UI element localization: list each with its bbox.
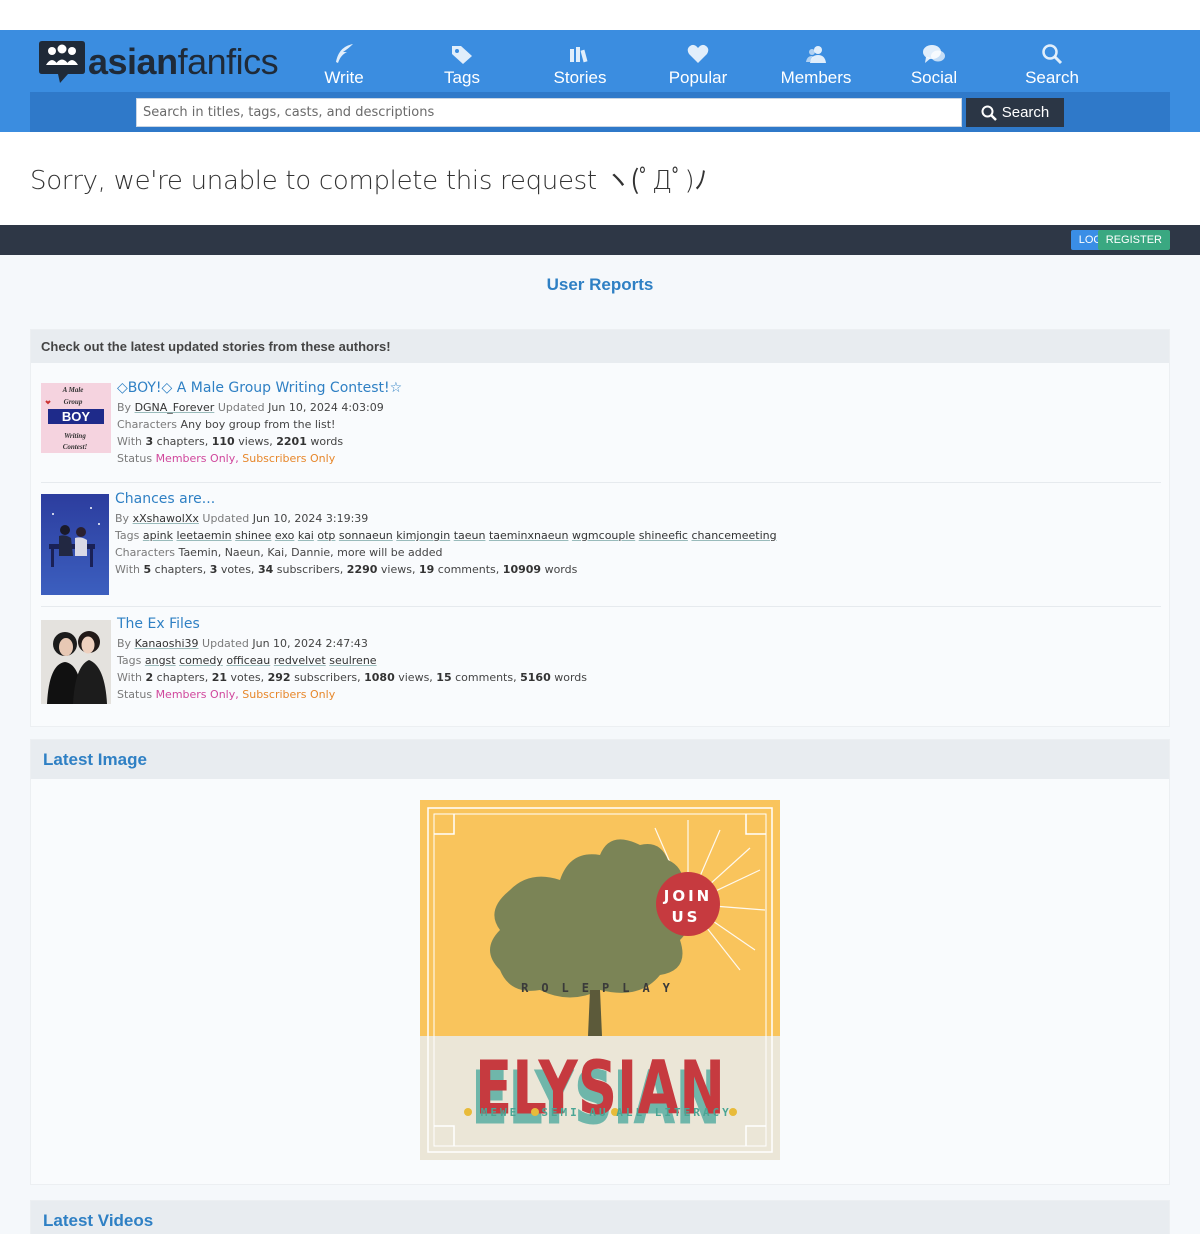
- latest-videos-heading: Latest Videos: [31, 1201, 1169, 1234]
- search-icon: [981, 105, 997, 121]
- poster-text: MEWE: [481, 1106, 520, 1119]
- user-reports-link[interactable]: User Reports: [0, 275, 1200, 295]
- nav-stories[interactable]: Stories: [521, 36, 639, 88]
- quill-icon: [333, 42, 355, 66]
- search-button[interactable]: Search: [966, 98, 1064, 127]
- search-bar: Search: [30, 92, 1170, 132]
- main-content: User Reports Check out the latest update…: [0, 255, 1200, 1234]
- tag-link[interactable]: angst: [145, 654, 176, 667]
- tag-link[interactable]: exo: [275, 529, 294, 542]
- story-byline: By DGNA_Forever Updated Jun 10, 2024 4:0…: [117, 401, 384, 414]
- story-byline: By Kanaoshi39 Updated Jun 10, 2024 2:47:…: [117, 637, 368, 650]
- tag-link[interactable]: kai: [298, 529, 314, 542]
- story-status: Status Members Only, Subscribers Only: [117, 688, 336, 701]
- story-stats: With 3 chapters, 110 views, 2201 words: [117, 435, 344, 448]
- story-info: ◇BOY!◇ A Male Group Writing Contest!☆ By…: [117, 378, 402, 467]
- thumb-text: Writing: [64, 432, 86, 440]
- story-info: The Ex Files By Kanaoshi39 Updated Jun 1…: [117, 614, 587, 703]
- subscribers-only-badge: Subscribers Only: [242, 688, 336, 701]
- author-link[interactable]: Kanaoshi39: [135, 637, 199, 650]
- latest-image[interactable]: JOIN US ROLEPLAY ELYSIAN ELYSIAN MEWE SE…: [420, 800, 780, 1160]
- users-icon: [805, 42, 827, 66]
- latest-image-heading: Latest Image: [31, 740, 1169, 779]
- latest-stories-panel: Check out the latest updated stories fro…: [30, 329, 1170, 727]
- main-nav: Write Tags Stories Popular Members Socia…: [285, 36, 1111, 88]
- thumb-text: Group: [64, 398, 83, 406]
- story-title[interactable]: Chances are...: [115, 489, 777, 509]
- tag-link[interactable]: shineefic: [639, 529, 688, 542]
- top-spacer: [0, 0, 1200, 30]
- subscribers-only-badge: Subscribers Only: [242, 452, 336, 465]
- tag-link[interactable]: leetaemin: [176, 529, 231, 542]
- tag-link[interactable]: wgmcouple: [572, 529, 635, 542]
- members-only-badge: Members Only: [155, 688, 236, 701]
- thumb-text: Contest!: [63, 443, 88, 451]
- tag-link[interactable]: kimjongin: [396, 529, 450, 542]
- tag-link[interactable]: apink: [143, 529, 173, 542]
- poster-text: SEMI AU: [541, 1106, 608, 1119]
- nav-social[interactable]: Social: [875, 36, 993, 88]
- story-byline: By xXshawolXx Updated Jun 10, 2024 3:19:…: [115, 512, 369, 525]
- author-link[interactable]: DGNA_Forever: [135, 401, 215, 414]
- tag-link[interactable]: taeminxnaeun: [489, 529, 569, 542]
- tag-link[interactable]: officeau: [226, 654, 270, 667]
- nav-popular[interactable]: Popular: [639, 36, 757, 88]
- tag-link[interactable]: seulrene: [329, 654, 376, 667]
- story-thumbnail[interactable]: [41, 494, 109, 595]
- logo-chat-icon: [38, 39, 86, 85]
- site-logo[interactable]: asianfanfics: [38, 39, 279, 85]
- thumb-text: A Male: [62, 386, 84, 394]
- search-input[interactable]: [136, 98, 962, 127]
- tag-link[interactable]: redvelvet: [274, 654, 326, 667]
- thumb-text: BOY: [62, 409, 91, 424]
- story-stats: With 5 chapters, 3 votes, 34 subscribers…: [115, 563, 578, 576]
- story-stats: With 2 chapters, 21 votes, 292 subscribe…: [117, 671, 588, 684]
- search-icon: [1041, 42, 1063, 66]
- story-status: Status Members Only, Subscribers Only: [117, 452, 336, 465]
- tag-link[interactable]: sonnaeun: [339, 529, 393, 542]
- account-bar: LOG IN REGISTER: [0, 225, 1200, 255]
- story-item: The Ex Files By Kanaoshi39 Updated Jun 1…: [41, 607, 1161, 719]
- nav-write[interactable]: Write: [285, 36, 403, 88]
- error-message: Sorry, we're unable to complete this req…: [30, 166, 708, 196]
- story-item: Chances are... By xXshawolXx Updated Jun…: [41, 483, 1161, 607]
- heart-icon: [687, 42, 709, 66]
- tag-link[interactable]: shinee: [235, 529, 271, 542]
- story-thumbnail[interactable]: A Male Group BOY Writing Contest!: [41, 383, 111, 453]
- books-icon: [569, 42, 591, 66]
- story-characters: Characters Taemin, Naeun, Kai, Dannie, m…: [115, 546, 443, 559]
- nav-members[interactable]: Members: [757, 36, 875, 88]
- tag-link[interactable]: otp: [317, 529, 335, 542]
- story-tags: Tags apink leetaemin shinee exo kai otp …: [115, 529, 777, 542]
- members-only-badge: Members Only: [155, 452, 236, 465]
- story-item: A Male Group BOY Writing Contest! ◇BOY!◇…: [41, 373, 1161, 483]
- poster-text: ROLEPLAY: [521, 981, 683, 995]
- poster-text: US: [672, 908, 701, 926]
- tag-link[interactable]: chancemeeting: [691, 529, 776, 542]
- logo-wordmark: asianfanfics: [88, 41, 279, 82]
- poster-text: JOIN: [663, 887, 712, 905]
- latest-stories-heading: Check out the latest updated stories fro…: [31, 330, 1169, 363]
- story-info: Chances are... By xXshawolXx Updated Jun…: [115, 489, 777, 578]
- story-characters: Characters Any boy group from the list!: [117, 418, 336, 431]
- latest-videos-panel: Latest Videos: [30, 1200, 1170, 1234]
- poster-text: ALL LITERACY: [616, 1106, 731, 1119]
- tag-link[interactable]: taeun: [454, 529, 486, 542]
- author-link[interactable]: xXshawolXx: [133, 512, 199, 525]
- register-button[interactable]: REGISTER: [1097, 230, 1170, 250]
- story-title[interactable]: ◇BOY!◇ A Male Group Writing Contest!☆: [117, 378, 402, 398]
- story-title[interactable]: The Ex Files: [117, 614, 587, 634]
- tag-link[interactable]: comedy: [179, 654, 223, 667]
- latest-image-panel: Latest Image JOIN US ROLEPLAY ELYSIAN EL…: [30, 739, 1170, 1185]
- site-header: asianfanfics Write Tags Stories Popular …: [0, 30, 1200, 132]
- tag-icon: [450, 42, 474, 66]
- nav-tags[interactable]: Tags: [403, 36, 521, 88]
- nav-search[interactable]: Search: [993, 36, 1111, 88]
- story-thumbnail[interactable]: [41, 620, 111, 704]
- chat-icon: [922, 42, 946, 66]
- story-tags: Tags angst comedy officeau redvelvet seu…: [117, 654, 377, 667]
